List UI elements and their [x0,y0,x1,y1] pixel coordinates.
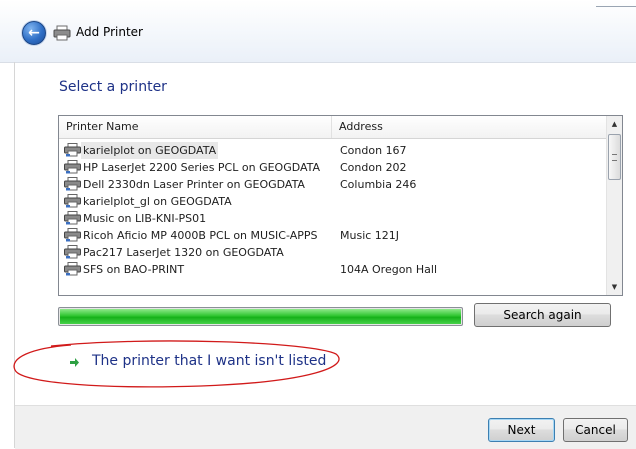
printer-row[interactable]: Ricoh Aficio MP 4000B PCL on MUSIC-APPS M… [59,227,607,244]
scroll-down-icon[interactable]: ▼ [607,279,622,295]
printer-row[interactable]: HP LaserJet 2200 Series PCL on GEOGDATA C… [59,159,607,176]
back-arrow-icon[interactable]: ← [22,21,46,45]
printer-icon [64,177,81,191]
column-header-printer-name[interactable]: Printer Name [66,116,139,138]
vertical-scrollbar[interactable]: ▲ ▼ [606,116,622,295]
frame-line [14,62,15,448]
printer-name: SFS on BAO-PRINT [83,263,185,276]
printer-icon [64,194,81,208]
scroll-thumb[interactable] [608,134,621,180]
printer-address: Condon 202 [340,161,407,174]
title-bar: ← Add Printer [0,0,636,63]
printer-row[interactable]: Pac217 LaserJet 1320 on GEOGDATA [59,244,607,261]
printer-address: Music 121J [340,229,400,242]
printer-name: karielplot on GEOGDATA [81,142,219,159]
page-heading: Select a printer [59,79,167,95]
printer-rows: karielplot on GEOGDATA Condon 167 HP Laser… [59,142,607,278]
printer-icon [64,245,81,259]
printer-row[interactable]: Music on LIB-KNI-PS01 [59,210,607,227]
column-divider[interactable] [331,116,332,138]
printer-address: 104A Oregon Hall [340,263,438,276]
printer-icon [64,211,81,225]
printer-icon [64,262,81,276]
printer-row[interactable]: Dell 2330dn Laser Printer on GEOGDATA Col… [59,176,607,193]
printer-name: Ricoh Aficio MP 4000B PCL on MUSIC-APPS [83,229,318,242]
printer-name: Pac217 LaserJet 1320 on GEOGDATA [83,246,284,259]
printer-icon [64,228,81,242]
search-again-button[interactable]: Search again [474,303,611,327]
printer-address: Columbia 246 [340,178,417,191]
printer-not-listed-text[interactable]: The printer that I want isn't listed [92,353,326,369]
printer-name: karielplot_gl on GEOGDATA [83,195,232,208]
printer-name: Dell 2330dn Laser Printer on GEOGDATA [83,178,305,191]
printer-row[interactable]: karielplot on GEOGDATA Condon 167 [59,142,607,159]
printer-row[interactable]: karielplot_gl on GEOGDATA [59,193,607,210]
progress-fill [60,309,461,324]
cancel-button[interactable]: Cancel [563,418,628,442]
grip-icon [612,154,617,161]
printer-icon [64,143,81,157]
printer-name: Music on LIB-KNI-PS01 [83,212,207,225]
search-progress-bar [58,307,463,326]
printer-icon [64,160,81,174]
printer-row[interactable]: SFS on BAO-PRINT 104A Oregon Hall [59,261,607,278]
next-button[interactable]: Next [488,418,555,442]
window-corner [596,0,636,7]
column-header-address[interactable]: Address [339,116,383,138]
window-title: Add Printer [76,25,143,39]
printer-name: HP LaserJet 2200 Series PCL on GEOGDATA [83,161,321,174]
printer-icon [53,25,71,41]
printer-address: Condon 167 [340,144,407,157]
printer-list[interactable]: Printer Name Address karielplot on GEOGD… [58,115,623,296]
list-header: Printer Name Address [59,116,607,139]
scroll-up-icon[interactable]: ▲ [607,116,622,132]
printer-not-listed-link[interactable]: The printer that I want isn't listed [62,350,326,372]
